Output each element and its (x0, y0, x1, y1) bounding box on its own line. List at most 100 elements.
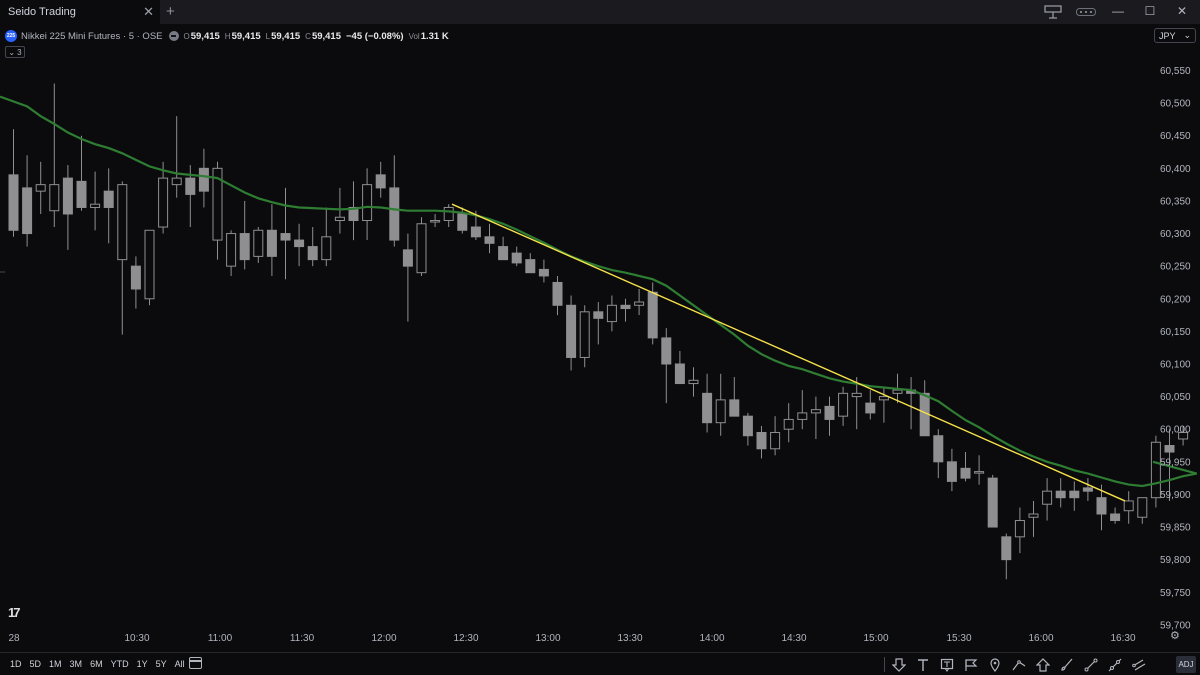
candle-body (158, 177, 169, 228)
time-axis-label: 15:00 (863, 633, 888, 644)
symbol-name[interactable]: Nikkei 225 Mini Futures · 5 · OSE (21, 31, 163, 42)
open-label: O (183, 31, 190, 41)
brush-icon[interactable] (1055, 656, 1079, 674)
candle-body (702, 392, 713, 424)
flag-icon[interactable] (959, 656, 983, 674)
price-axis-label: 59,950 (1160, 457, 1191, 468)
candle-body (756, 431, 767, 450)
ray-line-icon[interactable] (1103, 656, 1127, 674)
candle-body (647, 291, 658, 339)
candle-body (661, 337, 672, 365)
arrow-up-icon[interactable] (1031, 656, 1055, 674)
range-button-1y[interactable]: 1Y (133, 659, 152, 669)
candle-body (280, 233, 291, 241)
range-button-3m[interactable]: 3M (66, 659, 87, 669)
volume-label: Vol (408, 31, 420, 41)
open-value: 59,415 (190, 30, 220, 42)
candle-body (851, 392, 862, 398)
candle-body (443, 206, 454, 222)
note-tool-icon[interactable] (935, 656, 959, 674)
candle-body (1137, 497, 1148, 518)
candle-body (362, 184, 373, 222)
high-value: 59,415 (231, 30, 261, 42)
currency-value: JPY (1159, 30, 1176, 41)
price-axis-label: 60,050 (1160, 392, 1191, 403)
price-axis-label: 60,400 (1160, 164, 1191, 175)
candle-body (593, 311, 604, 319)
candle-body (674, 363, 685, 385)
location-pin-icon[interactable] (983, 656, 1007, 674)
candle-body (294, 239, 305, 248)
candle-body (538, 268, 549, 277)
arrow-down-icon[interactable] (887, 656, 911, 674)
candle-body (266, 229, 277, 257)
market-status-icon[interactable] (168, 31, 179, 41)
volume-value: 1.31 K (420, 30, 449, 42)
price-axis-label: 59,900 (1160, 490, 1191, 501)
trend-line-icon[interactable] (1079, 656, 1103, 674)
candle-body (729, 399, 740, 417)
calendar-icon[interactable] (189, 657, 202, 669)
candle-body (103, 190, 114, 208)
candle-body (470, 226, 481, 238)
candle-body (606, 304, 617, 323)
currency-select[interactable]: JPY ⌄ (1154, 28, 1196, 43)
range-button-1d[interactable]: 1D (6, 659, 26, 669)
time-axis-label: 12:30 (453, 633, 478, 644)
candle-body (90, 203, 101, 208)
range-button-5y[interactable]: 5Y (152, 659, 171, 669)
range-button-1m[interactable]: 1M (45, 659, 66, 669)
trend-line (451, 203, 1126, 502)
price-axis-label: 60,350 (1160, 196, 1191, 207)
symbol-legend: 225 Nikkei 225 Mini Futures · 5 · OSE O5… (5, 27, 454, 45)
price-chart[interactable]: 60,550 60,500 60,450 60,400 60,350 60,300 60,2… (0, 0, 1200, 652)
candle-body (22, 187, 33, 235)
price-axis-label: 60,450 (1160, 131, 1191, 142)
candle-body (185, 177, 196, 195)
candle-body (634, 301, 645, 306)
text-tool-icon[interactable] (911, 656, 935, 674)
candle-body (1055, 490, 1066, 499)
time-axis-label: 16:30 (1110, 633, 1135, 644)
time-axis-label: 13:00 (535, 633, 560, 644)
range-button-all[interactable]: All (171, 659, 189, 669)
price-range-icon[interactable] (1007, 656, 1031, 674)
candle-body (49, 184, 60, 212)
candle-body (321, 236, 332, 261)
candle-body (416, 223, 427, 274)
channel-icon[interactable] (1127, 656, 1151, 674)
time-axis-label: 12:00 (371, 633, 396, 644)
price-axis-label: 59,750 (1160, 588, 1191, 599)
candle-body (171, 177, 182, 186)
range-button-ytd[interactable]: YTD (107, 659, 133, 669)
range-button-5d[interactable]: 5D (26, 659, 46, 669)
price-axis-label: 60,500 (1160, 99, 1191, 110)
candle-body (130, 265, 141, 290)
toolbar-divider (884, 657, 885, 672)
candle-body (552, 281, 563, 306)
tradingview-logo[interactable]: 17 (8, 605, 21, 620)
candle-body (198, 167, 209, 192)
candle-body (783, 418, 794, 430)
price-axis-label: 59,800 (1160, 555, 1191, 566)
candle-body (810, 409, 821, 414)
adjust-button[interactable]: ADJ (1176, 656, 1196, 673)
candle-body (1110, 513, 1121, 522)
price-axis-label: 60,200 (1160, 294, 1191, 305)
candle-body (307, 246, 318, 261)
indicators-toggle-button[interactable]: ⌄ 3 (5, 46, 25, 58)
range-button-6m[interactable]: 6M (86, 659, 107, 669)
low-label: L (265, 31, 271, 41)
candle-body (933, 435, 944, 463)
candle-body (76, 180, 87, 208)
low-value: 59,415 (271, 30, 301, 42)
gear-icon[interactable]: ⚙ (1170, 630, 1182, 642)
candle-body (457, 213, 468, 231)
candle-body (742, 415, 753, 437)
candle-body (1082, 487, 1093, 492)
time-axis-label: 13:30 (617, 633, 642, 644)
price-axis-label: 59,850 (1160, 523, 1191, 534)
candle-body (987, 477, 998, 528)
candle-body (498, 246, 509, 261)
high-label: H (224, 31, 231, 41)
